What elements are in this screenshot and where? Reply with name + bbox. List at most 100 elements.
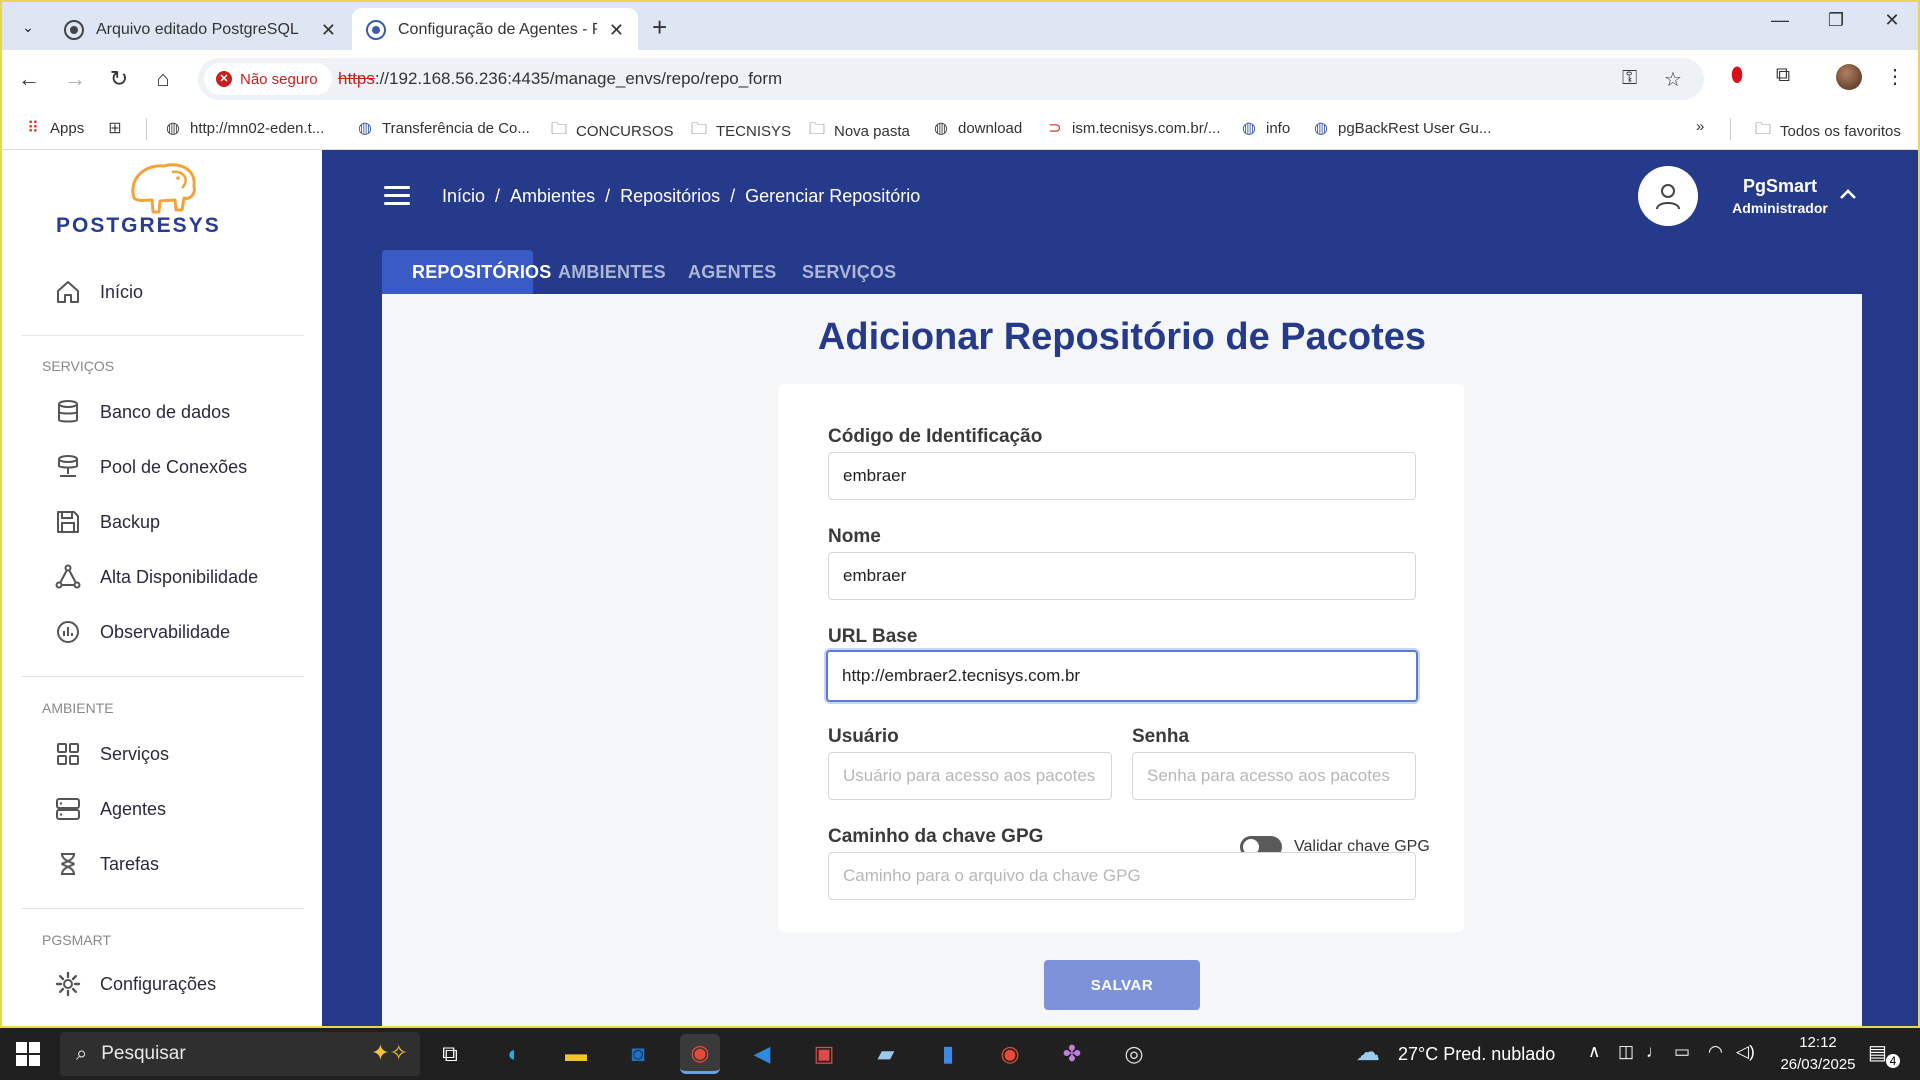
clock-time[interactable]: 12:12 — [1768, 1034, 1868, 1051]
breadcrumb-current: Gerenciar Repositório — [745, 186, 921, 206]
gear-icon — [54, 970, 82, 998]
close-window-icon[interactable]: ✕ — [1872, 10, 1912, 31]
minimize-icon[interactable]: — — [1760, 10, 1800, 31]
breadcrumb-ambientes[interactable]: Ambientes — [510, 186, 595, 206]
address-bar[interactable]: ✕ Não seguro https://192.168.56.236:4435… — [198, 58, 1704, 100]
sidebar-item-alta-disponibilidade[interactable]: Alta Disponibilidade — [54, 559, 258, 595]
home-icon[interactable]: ⌂ — [148, 64, 178, 94]
more-bookmarks-chevron-icon[interactable]: » — [1696, 118, 1704, 135]
profile-avatar[interactable] — [1836, 64, 1862, 90]
sidebar-item-banco-de-dados[interactable]: Banco de dados — [54, 394, 230, 430]
user-name: PgSmart — [1742, 176, 1818, 196]
chevron-up-icon[interactable] — [1838, 184, 1858, 207]
camera-icon[interactable]: ◫ — [1618, 1042, 1634, 1062]
all-bookmarks-folder[interactable]: 🗀 Todos os favoritos — [1754, 118, 1901, 145]
search-icon: ⌕ — [76, 1042, 88, 1065]
forward-arrow-icon[interactable]: → — [60, 64, 90, 94]
browser-tab-active[interactable]: Configuração de Agentes - PgSmart ✕ — [352, 8, 638, 52]
new-tab-plus-icon[interactable]: + — [652, 12, 667, 43]
chrome-icon[interactable]: ◉ — [680, 1034, 720, 1074]
bookmark-folder[interactable]: 🗀 CONCURSOS — [550, 118, 674, 145]
battery-icon[interactable]: ▭ — [1674, 1042, 1690, 1062]
notepad-icon[interactable]: ▰ — [866, 1034, 906, 1074]
obs-icon[interactable]: ◎ — [1114, 1034, 1154, 1074]
sidebar-item-agentes[interactable]: Agentes — [54, 791, 166, 827]
weather-cloud-icon[interactable]: ☁ — [1356, 1038, 1380, 1067]
tray-chevron-up-icon[interactable]: ∧ — [1588, 1042, 1600, 1062]
wifi-icon[interactable]: ◠ — [1708, 1042, 1723, 1062]
reload-icon[interactable]: ↻ — [104, 64, 134, 94]
user-avatar[interactable] — [1638, 166, 1698, 226]
microphone-icon[interactable]: ♩ — [1646, 1042, 1663, 1062]
notification-icon[interactable]: ▤ — [1868, 1040, 1887, 1065]
task-view-icon[interactable]: ⧉ — [430, 1034, 470, 1074]
clock-date[interactable]: 26/03/2025 — [1768, 1056, 1868, 1073]
url-base-input[interactable] — [826, 650, 1418, 702]
url-text[interactable]: https://192.168.56.236:4435/manage_envs/… — [338, 69, 782, 89]
sidebar-item-configuracoes[interactable]: Configurações — [54, 966, 216, 1002]
senha-input[interactable] — [1132, 752, 1416, 800]
browser-toolbar: ← → ↻ ⌂ ✕ Não seguro https://192.168.56.… — [0, 50, 1920, 108]
browser-tab[interactable]: Arquivo editado PostgreSQL ✕ — [50, 8, 350, 52]
sidebar-item-tarefas[interactable]: Tarefas — [54, 846, 159, 882]
outlook-icon[interactable]: ◙ — [618, 1034, 658, 1074]
sidebar-item-servicos[interactable]: Serviços — [54, 736, 169, 772]
bookmark-star-icon[interactable]: ☆ — [1664, 67, 1682, 92]
globe-icon: ◍ — [358, 120, 372, 137]
bookmark-item[interactable]: ◍ Transferência de Co... — [356, 118, 530, 138]
restore-icon[interactable]: ❐ — [1816, 10, 1856, 31]
menu-kebab-icon[interactable]: ⋮ — [1880, 64, 1910, 89]
breadcrumb-repositorios[interactable]: Repositórios — [620, 186, 720, 206]
gpg-path-input[interactable] — [828, 852, 1416, 900]
url-scheme: https — [338, 69, 375, 88]
tab-groups-icon[interactable]: ⊞ — [106, 118, 132, 138]
breadcrumb-inicio[interactable]: Início — [442, 186, 485, 206]
sidebar-item-pool-de-conexoes[interactable]: Pool de Conexões — [54, 449, 247, 485]
bookmark-item[interactable]: ◍ http://mn02-eden.t... — [164, 118, 324, 138]
key-icon[interactable]: ⚿ — [1622, 67, 1637, 90]
davinci-icon[interactable]: ✤ — [1052, 1034, 1092, 1074]
edge-icon[interactable]: ◐ — [494, 1034, 534, 1074]
taskbar-search[interactable]: ⌕ Pesquisar ✦✧ — [60, 1032, 420, 1076]
file-explorer-icon[interactable]: ▬ — [556, 1034, 596, 1074]
weather-text[interactable]: 27°C Pred. nublado — [1398, 1044, 1555, 1065]
nome-input[interactable] — [828, 552, 1416, 600]
windows-start-icon[interactable] — [16, 1042, 40, 1066]
sidebar-item-inicio[interactable]: Início — [54, 274, 143, 310]
sidebar-item-backup[interactable]: Backup — [54, 504, 160, 540]
main-area: Início / Ambientes / Repositórios / Gerenciar … — [322, 150, 1918, 1026]
bookmark-item[interactable]: ⊃ ism.tecnisys.com.br/... — [1046, 118, 1220, 138]
tab-close-icon[interactable]: ✕ — [609, 20, 624, 41]
tab-repositorios[interactable]: REPOSITÓRIOS — [382, 250, 551, 294]
save-button[interactable]: SALVAR — [1044, 960, 1200, 1010]
screen-capture-icon[interactable]: ▣ — [804, 1034, 844, 1074]
not-secure-chip[interactable]: ✕ Não seguro — [204, 63, 332, 95]
extensions-puzzle-icon[interactable]: ⧉ — [1768, 64, 1798, 87]
page-title: Adicionar Repositório de Pacotes — [817, 316, 1427, 358]
form-card: Código de Identificação Nome URL Base Us… — [778, 384, 1464, 932]
bookmark-item[interactable]: ◍ info — [1240, 118, 1290, 138]
globe-icon: ◍ — [1314, 120, 1328, 137]
sidebar-section-ambiente: AMBIENTE — [42, 700, 114, 716]
search-label: Pesquisar — [101, 1043, 186, 1064]
bookmark-folder[interactable]: 🗀 TECNISYS — [690, 118, 791, 145]
bookmark-folder[interactable]: 🗀 Nova pasta — [808, 118, 910, 145]
hamburger-menu-icon[interactable] — [384, 186, 410, 206]
volume-icon[interactable]: ◁) — [1736, 1042, 1755, 1062]
usuario-input[interactable] — [828, 752, 1112, 800]
tab-servicos[interactable]: SERVIÇOS — [772, 250, 926, 294]
chrome-profile-icon[interactable]: ◉ — [990, 1034, 1030, 1074]
not-secure-label: Não seguro — [240, 70, 318, 88]
codigo-input[interactable] — [828, 452, 1416, 500]
document-icon[interactable]: ▮ — [928, 1034, 968, 1074]
bookmark-apps[interactable]: ⠿ Apps — [24, 118, 84, 138]
sidebar-item-observabilidade[interactable]: Observabilidade — [54, 614, 230, 650]
tab-search-dropdown-icon[interactable]: ⌄ — [14, 13, 42, 41]
back-arrow-icon[interactable]: ← — [14, 64, 44, 94]
tab-close-icon[interactable]: ✕ — [321, 20, 336, 41]
bookmark-item[interactable]: ◍ pgBackRest User Gu... — [1312, 118, 1491, 138]
vscode-icon[interactable]: ◀ — [742, 1034, 782, 1074]
opera-extension-icon[interactable]: ⬮ — [1722, 64, 1752, 87]
bookmark-item[interactable]: ◍ download — [932, 118, 1022, 138]
sidebar-section-servicos: SERVIÇOS — [42, 358, 115, 374]
